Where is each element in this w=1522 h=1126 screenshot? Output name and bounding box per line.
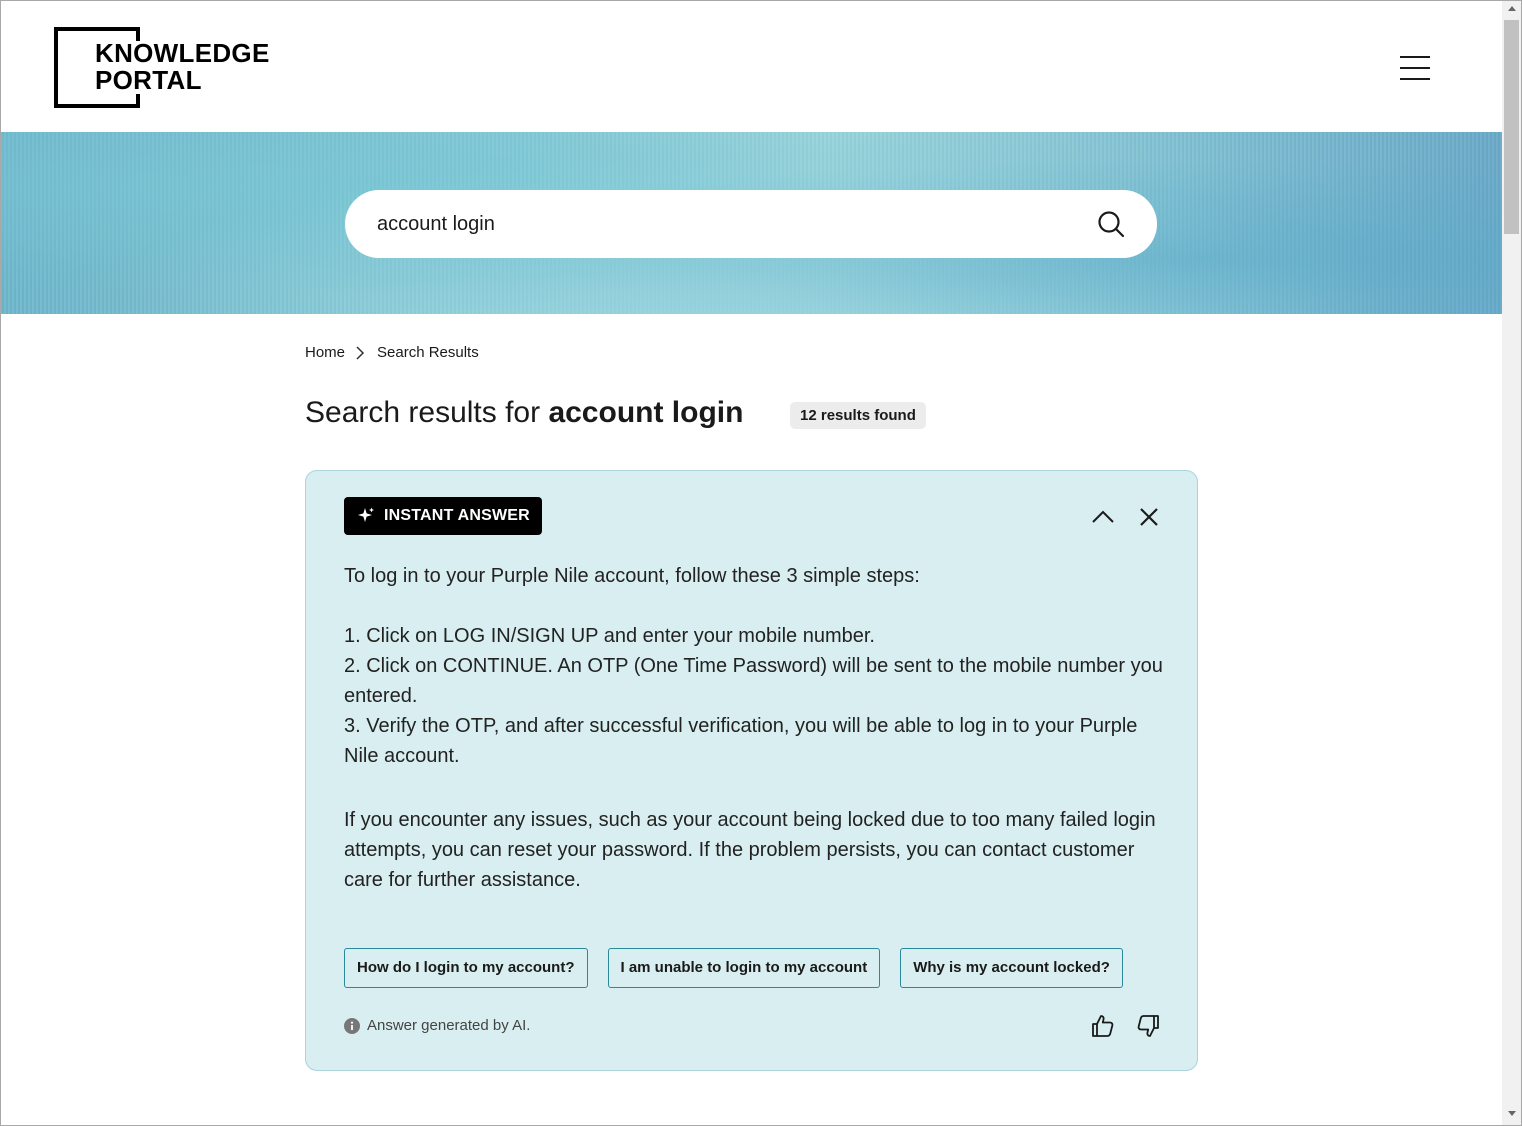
instant-answer-card: INSTANT ANSWER To log in to your Purple … [305,470,1198,1071]
search-bar [345,190,1157,258]
logo-frame-top [54,27,140,31]
logo-frame-left [54,27,58,108]
thumbs-down-icon[interactable] [1135,1013,1161,1039]
chevron-up-icon[interactable] [1091,505,1115,529]
instant-answer-text: To log in to your Purple Nile account, f… [344,561,1174,895]
results-count-badge: 12 results found [790,402,926,429]
search-hero-banner [0,132,1502,314]
site-header: KNOWLEDGE PORTAL [0,0,1502,132]
answer-followup: If you encounter any issues, such as you… [344,809,1156,891]
logo-frame-bottom [54,104,140,108]
sparkle-icon [358,507,374,522]
hamburger-menu-icon[interactable] [1398,54,1432,82]
close-icon[interactable] [1137,505,1161,529]
logo-line-1: KNOWLEDGE [95,38,270,68]
scroll-down-arrow-icon[interactable] [1508,1111,1516,1116]
suggestion-chip-login[interactable]: How do I login to my account? [344,948,588,988]
answer-step-2: 2. Click on CONTINUE. An OTP (One Time P… [344,655,1163,707]
ai-disclaimer: Answer generated by AI. [344,1017,530,1034]
answer-step-1: 1. Click on LOG IN/SIGN UP and enter you… [344,625,875,647]
info-icon [344,1017,360,1034]
ai-note-text: Answer generated by AI. [367,1017,531,1034]
results-title-prefix: Search results for [305,396,549,429]
answer-step-3: 3. Verify the OTP, and after successful … [344,715,1138,767]
logo-line-2: PORTAL [95,65,202,95]
chevron-right-icon [355,345,365,360]
suggestion-chip-account-locked[interactable]: Why is my account locked? [900,948,1123,988]
breadcrumb-home[interactable]: Home [305,344,345,361]
search-input[interactable] [377,208,1077,240]
suggestion-chip-unable-login[interactable]: I am unable to login to my account [607,948,881,988]
scrollbar-thumb[interactable] [1504,20,1519,234]
breadcrumb: Home Search Results [305,344,479,361]
instant-answer-badge: INSTANT ANSWER [344,497,542,535]
results-query: account login [548,396,744,429]
site-logo[interactable]: KNOWLEDGE PORTAL [95,40,270,94]
search-icon[interactable] [1095,208,1127,240]
instant-answer-label: INSTANT ANSWER [384,507,530,524]
answer-intro: To log in to your Purple Nile account, f… [344,565,920,587]
logo-frame-right-bottom [136,94,140,108]
breadcrumb-current: Search Results [377,344,479,361]
vertical-scrollbar[interactable] [1502,0,1521,1125]
page-title: Search results for account login [305,396,743,430]
suggested-questions: How do I login to my account? I am unabl… [344,948,1123,988]
scroll-up-arrow-icon[interactable] [1508,6,1516,11]
thumbs-up-icon[interactable] [1090,1013,1116,1039]
